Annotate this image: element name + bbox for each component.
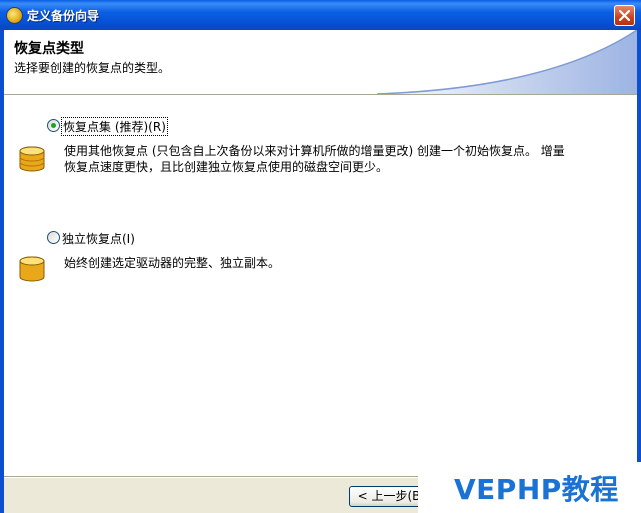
independent-point-description: 始终创建选定驱动器的完整、独立副本。 (64, 256, 281, 270)
header-wave-graphic (376, 30, 637, 94)
close-icon (619, 10, 630, 21)
wizard-header: 恢复点类型 选择要创建的恢复点的类型。 (4, 30, 637, 94)
page-subtitle: 选择要创建的恢复点的类型。 (14, 61, 171, 75)
recovery-set-radio[interactable] (47, 119, 60, 132)
radio-selected-dot (51, 123, 56, 128)
recovery-set-description-line2: 恢复点速度更快，且比创建独立恢复点使用的磁盘空间更少。 (64, 160, 389, 174)
database-icon (19, 146, 45, 172)
recovery-set-description: 使用其他恢复点 (只包含自上次备份以来对计算机所做的增量更改) 创建一个初始恢复… (64, 143, 565, 175)
recovery-set-description-line1: 使用其他恢复点 (只包含自上次备份以来对计算机所做的增量更改) 创建一个初始恢复… (64, 144, 565, 158)
backup-wizard-window: 定义备份向导 恢复点类型 选择要创建的恢复点的类型。 恢复点集 (推荐)(R) … (0, 0, 641, 513)
independent-point-radio[interactable] (47, 231, 60, 244)
wizard-content: 恢复点集 (推荐)(R) 使用其他恢复点 (只包含自上次备份以来对计算机所做的增… (4, 96, 637, 476)
independent-point-label[interactable]: 独立恢复点(I) (62, 230, 135, 247)
app-icon (6, 7, 23, 24)
recovery-set-label[interactable]: 恢复点集 (推荐)(R) (61, 117, 168, 136)
window-title: 定义备份向导 (27, 9, 100, 23)
page-title: 恢复点类型 (14, 41, 84, 57)
close-button[interactable] (614, 5, 635, 26)
database-icon (19, 256, 45, 282)
title-bar[interactable]: 定义备份向导 (0, 0, 641, 30)
back-button[interactable]: < 上一步(B (349, 486, 429, 507)
watermark-text: VEPHP教程 (454, 473, 619, 506)
watermark: VEPHP教程 (418, 462, 641, 513)
window-border-right (637, 30, 641, 513)
